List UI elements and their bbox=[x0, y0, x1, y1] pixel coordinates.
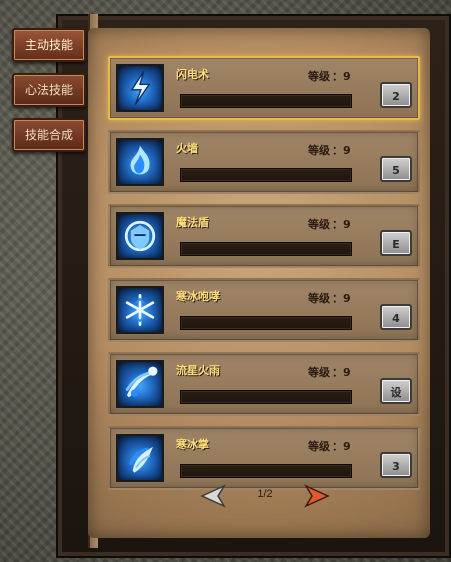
level-label: 等级 bbox=[308, 218, 330, 231]
skill-name: 流星火雨 bbox=[176, 364, 220, 377]
exp-bar bbox=[180, 316, 352, 330]
tab-active-skills[interactable]: 主动技能 bbox=[12, 28, 86, 62]
level-label: 等级 bbox=[308, 144, 330, 157]
hotkey-button[interactable]: 2 bbox=[380, 82, 412, 108]
skill-tabs: 主动技能 心法技能 技能合成 bbox=[12, 28, 86, 163]
skill-list: 闪电术 等级 ：9 2 火墙 等级 ：9 5 魔法盾 等级 ：9 E 寒冰咆哮 … bbox=[108, 56, 420, 500]
arrow-left-icon bbox=[200, 484, 226, 508]
skill-name: 寒冰咆哮 bbox=[176, 290, 220, 303]
prev-page-button[interactable] bbox=[200, 484, 226, 508]
level-value: ：9 bbox=[332, 292, 351, 305]
shield-icon bbox=[116, 212, 164, 260]
level-value: ：9 bbox=[332, 218, 351, 231]
hotkey-button[interactable]: 设 bbox=[380, 378, 412, 404]
level-label: 等级 bbox=[308, 292, 330, 305]
skill-row[interactable]: 流星火雨 等级 ：9 设 bbox=[108, 352, 420, 416]
skill-level: 等级 ：9 bbox=[308, 142, 351, 158]
exp-bar bbox=[180, 94, 352, 108]
level-value: ：9 bbox=[332, 70, 351, 83]
hotkey-button[interactable]: E bbox=[380, 230, 412, 256]
exp-bar bbox=[180, 168, 352, 182]
skill-row[interactable]: 寒冰掌 等级 ：9 3 bbox=[108, 426, 420, 490]
tab-mind-skills[interactable]: 心法技能 bbox=[12, 73, 86, 107]
level-value: ：9 bbox=[332, 144, 351, 157]
ice-palm-icon bbox=[116, 434, 164, 482]
skill-name: 寒冰掌 bbox=[176, 438, 209, 451]
skill-level: 等级 ：9 bbox=[308, 364, 351, 380]
skill-level: 等级 ：9 bbox=[308, 68, 351, 84]
skill-level: 等级 ：9 bbox=[308, 290, 351, 306]
next-page-button[interactable] bbox=[304, 484, 330, 508]
skill-level: 等级 ：9 bbox=[308, 438, 351, 454]
level-value: ：9 bbox=[332, 366, 351, 379]
skill-row[interactable]: 寒冰咆哮 等级 ：9 4 bbox=[108, 278, 420, 342]
hotkey-button[interactable]: 3 bbox=[380, 452, 412, 478]
level-label: 等级 bbox=[308, 440, 330, 453]
page-indicator: 1/2 bbox=[257, 488, 273, 500]
snowflake-icon bbox=[116, 286, 164, 334]
skill-row[interactable]: 火墙 等级 ：9 5 bbox=[108, 130, 420, 194]
pagination: 1/2 bbox=[200, 484, 330, 508]
level-label: 等级 bbox=[308, 70, 330, 83]
exp-bar bbox=[180, 464, 352, 478]
hotkey-button[interactable]: 4 bbox=[380, 304, 412, 330]
exp-bar bbox=[180, 390, 352, 404]
skill-name: 闪电术 bbox=[176, 68, 209, 81]
skill-level: 等级 ：9 bbox=[308, 216, 351, 232]
meteor-icon bbox=[116, 360, 164, 408]
flame-icon bbox=[116, 138, 164, 186]
skill-row[interactable]: 闪电术 等级 ：9 2 bbox=[108, 56, 420, 120]
skill-name: 魔法盾 bbox=[176, 216, 209, 229]
level-value: ：9 bbox=[332, 440, 351, 453]
tab-skill-synthesis[interactable]: 技能合成 bbox=[12, 118, 86, 152]
lightning-icon bbox=[116, 64, 164, 112]
skill-row[interactable]: 魔法盾 等级 ：9 E bbox=[108, 204, 420, 268]
skill-name: 火墙 bbox=[176, 142, 198, 155]
arrow-right-icon bbox=[304, 484, 330, 508]
level-label: 等级 bbox=[308, 366, 330, 379]
exp-bar bbox=[180, 242, 352, 256]
hotkey-button[interactable]: 5 bbox=[380, 156, 412, 182]
